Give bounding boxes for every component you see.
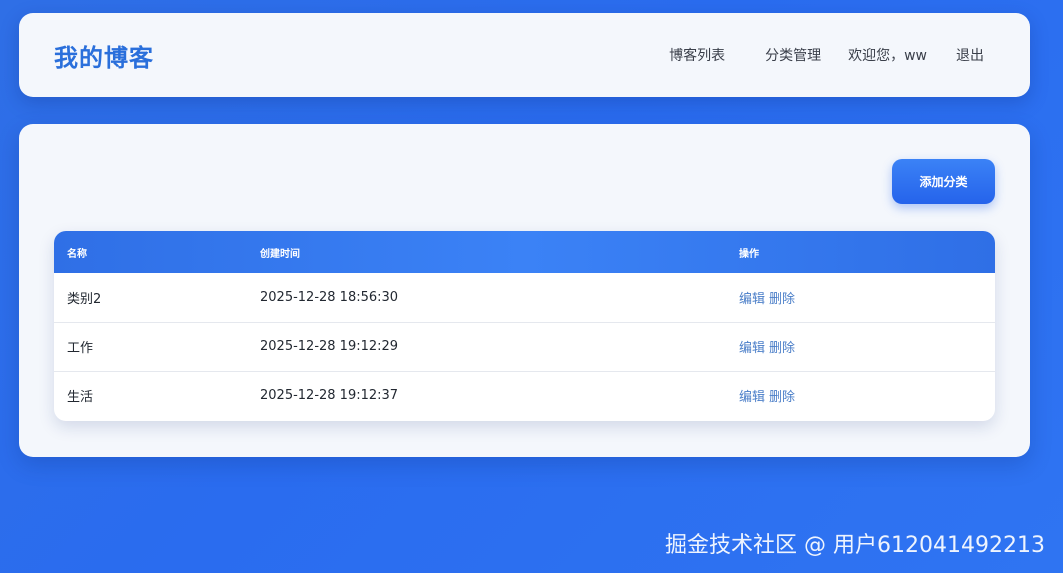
cell-created: 2025-12-28 18:56:30	[260, 289, 399, 305]
delete-link[interactable]: 删除	[769, 341, 795, 356]
cell-created: 2025-12-28 19:12:29	[260, 339, 399, 354]
table-row: 生活 2025-12-28 19:12:37 编辑 删除	[54, 371, 995, 420]
table-row: 工作 2025-12-28 19:12:29 编辑 删除	[54, 322, 995, 371]
edit-link[interactable]: 编辑	[739, 390, 765, 405]
add-category-button[interactable]: 添加分类	[892, 159, 995, 204]
column-header-actions: 操作	[739, 248, 759, 260]
nav-category-manage[interactable]: 分类管理	[765, 45, 821, 65]
category-table-wrapper: 名称 创建时间 操作 类别2 2025-12-28 18:56:30 编辑 删除 …	[54, 231, 995, 421]
cell-actions: 编辑 删除	[726, 273, 995, 322]
column-header-name: 名称	[67, 248, 87, 260]
delete-link[interactable]: 删除	[769, 292, 795, 307]
cell-actions: 编辑 删除	[726, 371, 995, 420]
cell-name: 工作	[67, 341, 94, 356]
table-row: 类别2 2025-12-28 18:56:30 编辑 删除	[54, 273, 995, 322]
edit-link[interactable]: 编辑	[739, 341, 765, 356]
column-header-created: 创建时间	[260, 248, 300, 260]
category-panel: 添加分类 名称 创建时间 操作 类别2 2025-12-28 18:56:30 …	[19, 124, 1030, 457]
logout-link[interactable]: 退出	[956, 45, 984, 65]
top-nav: 博客列表 分类管理 欢迎您，ww 退出	[669, 45, 984, 65]
top-header: 我的博客 博客列表 分类管理 欢迎您，ww 退出	[19, 13, 1030, 97]
category-table: 名称 创建时间 操作 类别2 2025-12-28 18:56:30 编辑 删除 …	[54, 231, 995, 420]
table-header-row: 名称 创建时间 操作	[54, 231, 995, 273]
edit-link[interactable]: 编辑	[739, 292, 765, 307]
cell-name: 生活	[67, 390, 94, 406]
watermark-text: 掘金技术社区 @ 用户612041492213	[665, 533, 1045, 558]
cell-created: 2025-12-28 19:12:37	[260, 388, 399, 404]
cell-actions: 编辑 删除	[726, 322, 995, 371]
site-brand[interactable]: 我的博客	[54, 38, 154, 73]
nav-blog-list[interactable]: 博客列表	[669, 45, 725, 65]
delete-link[interactable]: 删除	[769, 390, 795, 405]
welcome-text: 欢迎您，ww	[848, 48, 927, 64]
cell-name: 类别2	[67, 291, 102, 307]
